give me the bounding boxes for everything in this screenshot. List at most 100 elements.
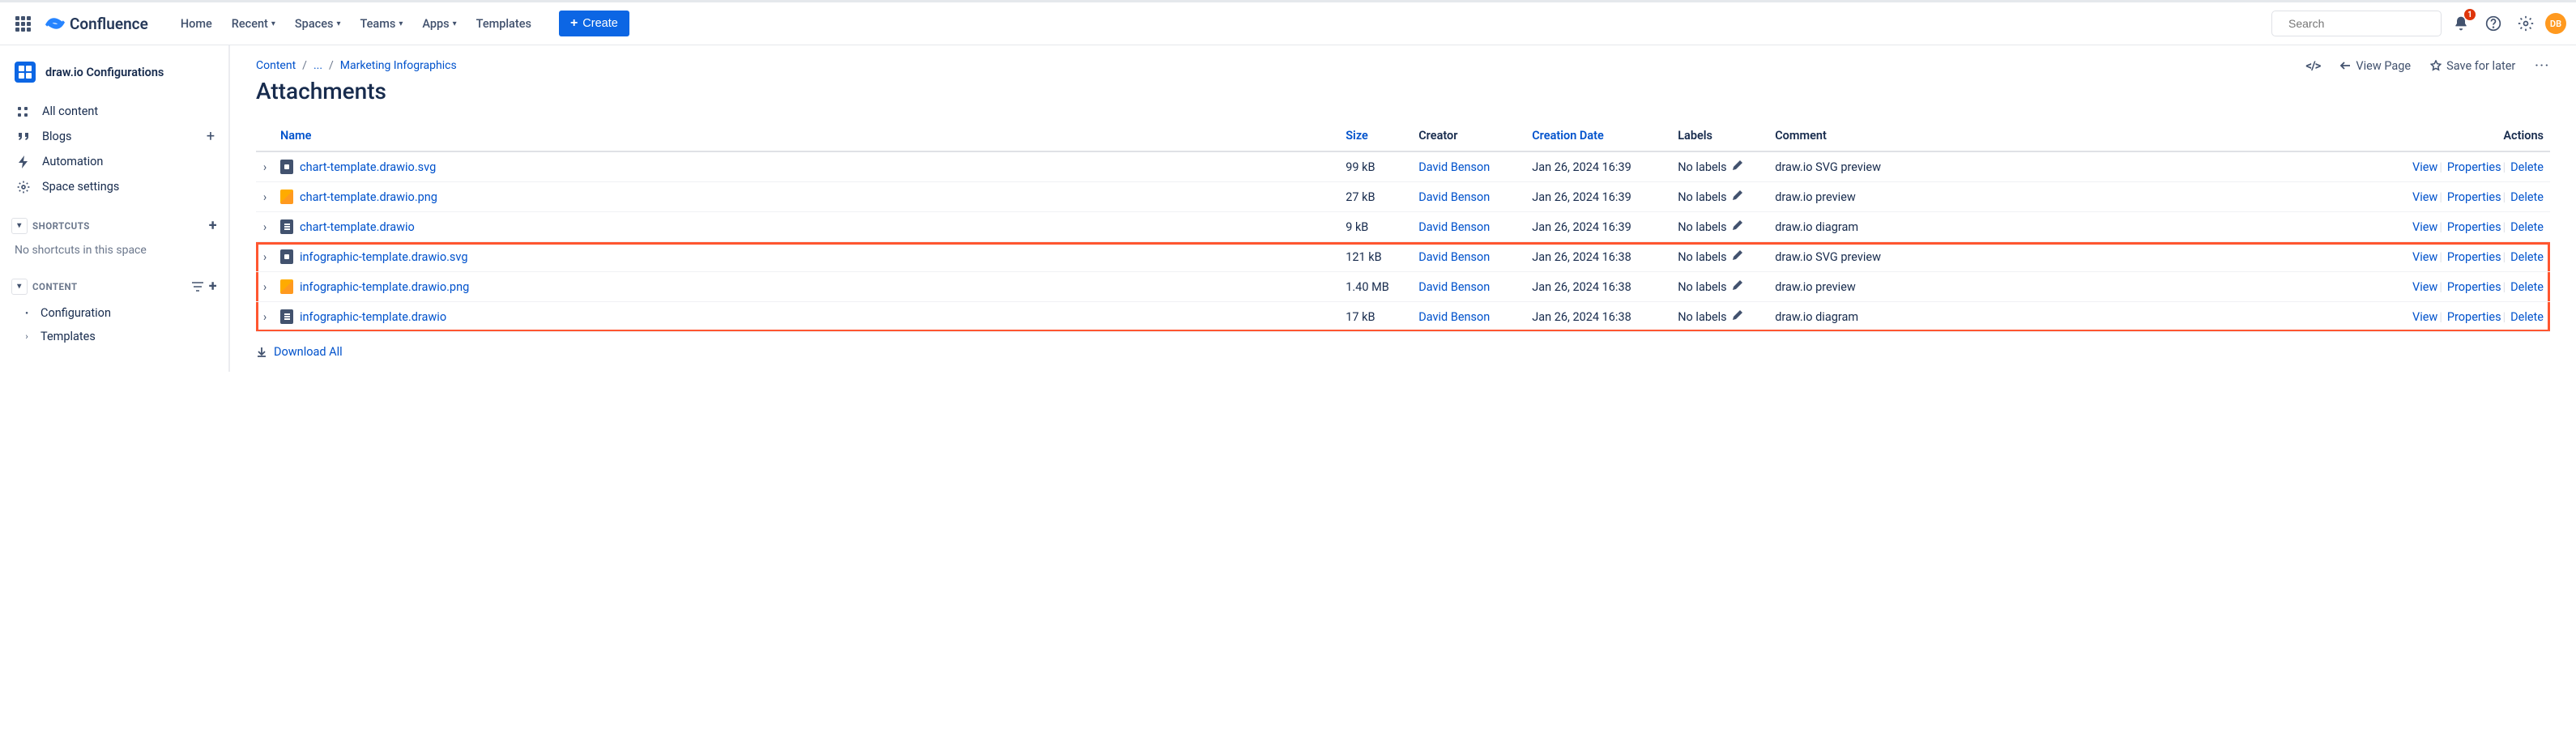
settings-button[interactable] xyxy=(2513,11,2539,36)
file-size: 27 kB xyxy=(1339,182,1412,212)
back-arrow-icon xyxy=(2339,61,2351,70)
space-icon xyxy=(15,62,36,83)
help-button[interactable] xyxy=(2480,11,2506,36)
confluence-logo[interactable]: Confluence xyxy=(42,14,151,33)
search-input[interactable] xyxy=(2287,16,2437,31)
expand-row-button[interactable]: › xyxy=(256,212,274,242)
creator-link[interactable]: David Benson xyxy=(1418,190,1490,204)
creator-link[interactable]: David Benson xyxy=(1418,280,1490,294)
sidebar-item-automation[interactable]: Automation xyxy=(8,149,220,174)
view-link[interactable]: View xyxy=(2412,250,2437,264)
table-row: ›infographic-template.drawio17 kBDavid B… xyxy=(256,302,2550,332)
expand-row-button[interactable]: › xyxy=(256,182,274,212)
sidebar-item-blogs[interactable]: Blogs xyxy=(8,124,201,149)
edit-labels-button[interactable] xyxy=(1732,160,1743,174)
delete-link[interactable]: Delete xyxy=(2510,220,2544,234)
download-all-button[interactable]: Download All xyxy=(256,345,2550,359)
view-link[interactable]: View xyxy=(2412,220,2437,234)
add-content-button[interactable]: + xyxy=(209,278,217,295)
sidebar-item-space-settings[interactable]: Space settings xyxy=(8,174,220,199)
file-name-link[interactable]: chart-template.drawio xyxy=(300,220,415,234)
nav-templates[interactable]: Templates xyxy=(468,11,540,37)
view-page-button[interactable]: View Page xyxy=(2339,59,2411,73)
file-name-link[interactable]: infographic-template.drawio.png xyxy=(300,280,469,294)
add-blog-button[interactable]: + xyxy=(201,127,220,147)
edit-labels-button[interactable] xyxy=(1732,190,1743,204)
expand-row-button[interactable]: › xyxy=(256,151,274,182)
file-name-link[interactable]: infographic-template.drawio xyxy=(300,310,446,324)
creator-link[interactable]: David Benson xyxy=(1418,220,1490,234)
notifications-button[interactable]: 1 xyxy=(2448,11,2474,36)
collapse-content-button[interactable]: ▾ xyxy=(11,279,28,295)
nav-apps[interactable]: Apps▾ xyxy=(414,11,464,37)
tree-item-templates[interactable]: › Templates xyxy=(8,325,220,348)
nav-recent[interactable]: Recent▾ xyxy=(224,11,284,37)
bullet-icon: ● xyxy=(21,310,32,316)
view-link[interactable]: View xyxy=(2412,160,2437,174)
expand-row-button[interactable]: › xyxy=(256,302,274,332)
edit-labels-button[interactable] xyxy=(1732,279,1743,294)
quote-icon xyxy=(16,130,31,143)
star-icon xyxy=(2430,60,2442,71)
creation-date: Jan 26, 2024 16:39 xyxy=(1525,151,1671,182)
tree-item-configuration[interactable]: ● Configuration xyxy=(8,301,220,325)
add-shortcut-button[interactable]: + xyxy=(209,217,217,234)
expand-row-button[interactable]: › xyxy=(256,242,274,272)
expand-row-button[interactable]: › xyxy=(256,272,274,302)
col-name[interactable]: Name xyxy=(274,121,1339,151)
creator-link[interactable]: David Benson xyxy=(1418,250,1490,264)
nav-teams[interactable]: Teams▾ xyxy=(352,11,411,37)
delete-link[interactable]: Delete xyxy=(2510,250,2544,264)
col-date[interactable]: Creation Date xyxy=(1525,121,1671,151)
edit-labels-button[interactable] xyxy=(1732,309,1743,324)
properties-link[interactable]: Properties xyxy=(2447,220,2501,234)
file-name-link[interactable]: infographic-template.drawio.svg xyxy=(300,250,467,264)
view-link[interactable]: View xyxy=(2412,310,2437,324)
chevron-down-icon: ▾ xyxy=(453,19,457,28)
labels-text: No labels xyxy=(1678,160,1726,174)
gear-icon xyxy=(2518,15,2534,32)
delete-link[interactable]: Delete xyxy=(2510,190,2544,204)
collapse-shortcuts-button[interactable]: ▾ xyxy=(11,218,28,234)
breadcrumb-content[interactable]: Content xyxy=(256,59,296,72)
file-size: 99 kB xyxy=(1339,151,1412,182)
view-link[interactable]: View xyxy=(2412,190,2437,204)
sidebar: draw.io Configurations All content Blogs… xyxy=(0,45,230,372)
edit-labels-button[interactable] xyxy=(1732,219,1743,234)
creation-date: Jan 26, 2024 16:39 xyxy=(1525,212,1671,242)
file-name-link[interactable]: chart-template.drawio.svg xyxy=(300,160,436,174)
properties-link[interactable]: Properties xyxy=(2447,310,2501,324)
delete-link[interactable]: Delete xyxy=(2510,160,2544,174)
properties-link[interactable]: Properties xyxy=(2447,250,2501,264)
search-box[interactable] xyxy=(2271,11,2442,36)
file-name-link[interactable]: chart-template.drawio.png xyxy=(300,190,437,204)
create-button[interactable]: +Create xyxy=(559,11,629,36)
edit-labels-button[interactable] xyxy=(1732,249,1743,264)
user-avatar[interactable]: DB xyxy=(2545,13,2566,34)
nav-home[interactable]: Home xyxy=(173,11,220,37)
breadcrumb-ellipsis[interactable]: ... xyxy=(313,59,322,72)
creator-link[interactable]: David Benson xyxy=(1418,160,1490,174)
nav-spaces[interactable]: Spaces▾ xyxy=(287,11,349,37)
source-view-button[interactable]: </> xyxy=(2305,58,2320,73)
view-link[interactable]: View xyxy=(2412,280,2437,294)
properties-link[interactable]: Properties xyxy=(2447,190,2501,204)
download-icon xyxy=(256,347,267,358)
chevron-down-icon: ▾ xyxy=(336,19,340,28)
breadcrumb-current[interactable]: Marketing Infographics xyxy=(340,59,457,72)
properties-link[interactable]: Properties xyxy=(2447,160,2501,174)
space-header[interactable]: draw.io Configurations xyxy=(8,57,220,87)
comment-text: draw.io diagram xyxy=(1768,212,2396,242)
filter-icon[interactable] xyxy=(191,281,204,292)
breadcrumb-bar: Content / ... / Marketing Infographics <… xyxy=(256,58,2550,73)
delete-link[interactable]: Delete xyxy=(2510,280,2544,294)
col-size[interactable]: Size xyxy=(1339,121,1412,151)
properties-link[interactable]: Properties xyxy=(2447,280,2501,294)
save-for-later-button[interactable]: Save for later xyxy=(2430,59,2515,73)
creator-link[interactable]: David Benson xyxy=(1418,310,1490,324)
sidebar-item-all-content[interactable]: All content xyxy=(8,99,220,124)
comment-text: draw.io preview xyxy=(1768,182,2396,212)
more-actions-button[interactable]: ··· xyxy=(2535,59,2550,72)
delete-link[interactable]: Delete xyxy=(2510,310,2544,324)
app-switcher[interactable] xyxy=(10,11,36,36)
